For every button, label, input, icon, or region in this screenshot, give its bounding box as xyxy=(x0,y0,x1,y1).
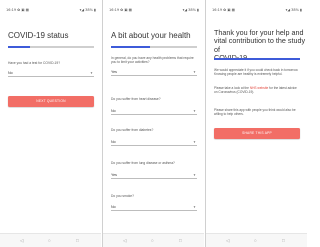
home-icon[interactable]: ○ xyxy=(151,238,154,243)
question-label: Do you suffer from lung disease or asthm… xyxy=(111,161,175,165)
recents-icon[interactable]: □ xyxy=(282,238,285,243)
phone-screen-covid-status: 16:19 ✿ ▣ ▦ ▾◢ 38% ▮ COVID-19 status Hav… xyxy=(0,0,101,247)
back-icon[interactable]: ◁ xyxy=(226,238,229,244)
share-app-button[interactable]: SHARE THIS APP xyxy=(214,128,300,139)
answer-select[interactable]: No ▼ xyxy=(8,71,94,77)
select-value: No xyxy=(111,140,116,144)
question-label: Have you had a test for COVID-19? xyxy=(8,61,61,65)
progress-bar xyxy=(111,46,197,48)
page-title: COVID-19 status xyxy=(8,31,69,40)
home-icon[interactable]: ○ xyxy=(254,238,257,243)
android-nav-bar: ◁ ○ □ xyxy=(103,233,204,247)
select-value: No xyxy=(8,71,13,75)
notification-icons: ✿ ▣ ▦ xyxy=(223,8,235,12)
answer-select[interactable]: No ▼ xyxy=(111,140,197,146)
status-bar: 16:19 ✿ ▣ ▦ ▾◢ 38% ▮ xyxy=(206,0,307,20)
notification-icons: ✿ ▣ ▦ xyxy=(120,8,132,12)
page-title: A bit about your health xyxy=(111,31,191,40)
select-value: Yes xyxy=(111,173,117,177)
recents-icon[interactable]: □ xyxy=(179,238,182,243)
battery-signal-indicator: ▾◢ 38% ▮ xyxy=(285,8,302,12)
dropdown-caret-icon: ▼ xyxy=(193,173,196,177)
status-time: 16:19 xyxy=(212,8,223,12)
progress-bar xyxy=(8,46,94,48)
nhs-paragraph: Please take a look at the NHS website fo… xyxy=(214,86,300,94)
recents-icon[interactable]: □ xyxy=(76,238,79,243)
message-paragraph: We would appreciate it if you could chec… xyxy=(214,68,299,77)
home-icon[interactable]: ○ xyxy=(48,238,51,243)
answer-select[interactable]: Yes ▼ xyxy=(111,173,197,179)
title-line: vital contribution to the study of xyxy=(214,36,306,54)
dropdown-caret-icon: ▼ xyxy=(90,71,93,75)
next-question-button[interactable]: NEXT QUESTION xyxy=(8,96,94,107)
status-time: 16:19 xyxy=(109,8,120,12)
android-nav-bar: ◁ ○ □ xyxy=(0,233,101,247)
status-bar: 16:19 ✿ ▣ ▦ ▾◢ 38% ▮ xyxy=(103,0,204,20)
answer-select[interactable]: Yes ▼ xyxy=(111,70,197,76)
progress-fill xyxy=(111,46,150,48)
notification-icons: ✿ ▣ ▦ xyxy=(17,8,29,12)
dropdown-caret-icon: ▼ xyxy=(193,140,196,144)
answer-select[interactable]: No ▼ xyxy=(111,205,197,211)
status-bar: 16:19 ✿ ▣ ▦ ▾◢ 38% ▮ xyxy=(0,0,101,20)
phone-screen-thank-you: 16:19 ✿ ▣ ▦ ▾◢ 38% ▮ Thank you for your … xyxy=(206,0,307,247)
android-nav-bar: ◁ ○ □ xyxy=(206,233,307,247)
select-value: No xyxy=(111,205,116,209)
status-time: 16:19 xyxy=(6,8,17,12)
select-value: Yes xyxy=(111,70,117,74)
answer-select[interactable]: No ▼ xyxy=(111,109,197,115)
select-value: No xyxy=(111,109,116,113)
back-icon[interactable]: ◁ xyxy=(123,238,126,244)
dropdown-caret-icon: ▼ xyxy=(193,109,196,113)
phone-screen-health: 16:19 ✿ ▣ ▦ ▾◢ 38% ▮ A bit about your he… xyxy=(103,0,204,247)
question-label: Do you smoke? xyxy=(111,194,134,198)
progress-bar xyxy=(214,58,300,60)
question-label: Do you suffer from heart disease? xyxy=(111,97,161,101)
progress-fill xyxy=(8,46,30,48)
dropdown-caret-icon: ▼ xyxy=(193,70,196,74)
dropdown-caret-icon: ▼ xyxy=(193,205,196,209)
battery-signal-indicator: ▾◢ 38% ▮ xyxy=(182,8,199,12)
battery-signal-indicator: ▾◢ 38% ▮ xyxy=(79,8,96,12)
progress-fill xyxy=(214,58,300,60)
back-icon[interactable]: ◁ xyxy=(20,238,23,244)
question-label: Do you suffer from diabetes? xyxy=(111,128,154,132)
share-paragraph: Please share this app with people you th… xyxy=(214,108,296,117)
question-label: In general, do you have any health probl… xyxy=(111,56,194,65)
